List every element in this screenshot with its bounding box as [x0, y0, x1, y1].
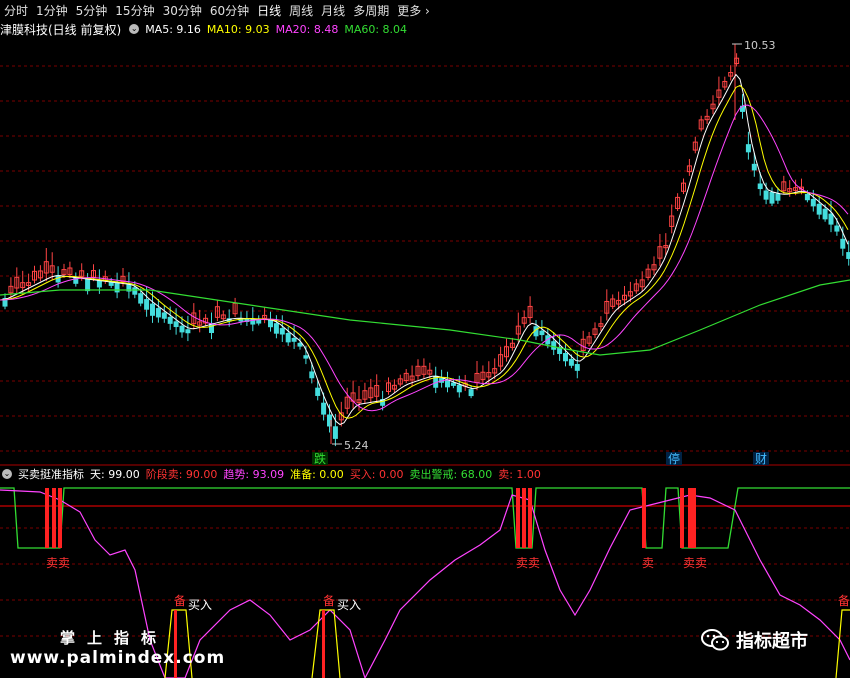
candle-body: [445, 380, 450, 388]
candle-body: [108, 281, 114, 286]
sell-signal-bar: [680, 488, 684, 548]
candle-body: [303, 355, 309, 359]
candle-body: [757, 183, 763, 190]
candle-body: [816, 203, 822, 215]
candle-body: [273, 323, 279, 334]
candle-body: [96, 280, 102, 288]
candle-body: [173, 321, 179, 328]
candle-body: [769, 192, 775, 204]
watermark-cn: 掌上指标: [60, 629, 169, 647]
signal-buy-1: 买入: [188, 598, 212, 612]
indicator-grid: [0, 527, 850, 637]
candle-body: [167, 316, 173, 324]
candle-body: [751, 163, 757, 171]
marker-ting[interactable]: 停: [668, 451, 680, 466]
candle-body: [179, 325, 185, 333]
candle-body: [132, 287, 138, 295]
low-price-text: 5.24: [344, 439, 369, 452]
sell-signal-bar: [688, 488, 692, 548]
candle-body: [810, 198, 816, 207]
candle-body: [775, 193, 781, 201]
sell-warning-line: [0, 487, 850, 549]
candle-body: [309, 371, 315, 379]
candle-body: [574, 364, 580, 371]
candle-body: [144, 299, 150, 310]
signal-sell-4: 卖卖: [683, 556, 707, 570]
sell-signal-bar: [52, 488, 56, 548]
sell-signal-bar: [45, 488, 49, 548]
candle-body: [745, 144, 751, 153]
candle-body: [332, 426, 338, 439]
chart-canvas[interactable]: 10.53 5.24 跌 停 财 卖卖 卖卖 卖 卖卖 备 买入 备 买入 备: [0, 0, 850, 678]
candle-body: [315, 387, 321, 396]
signal-sell-3: 卖: [642, 556, 654, 570]
watermark-brand: 指标超市: [700, 627, 808, 653]
candle-body: [568, 358, 574, 366]
candle-body: [468, 389, 474, 397]
signal-prepare-2: 备: [323, 594, 335, 608]
candle-body: [840, 238, 846, 249]
marker-die[interactable]: 跌: [314, 451, 326, 466]
watermark-brand-text: 指标超市: [736, 631, 808, 652]
sell-signal-bar: [528, 488, 532, 548]
candle-body: [150, 303, 155, 316]
signal-sell-1: 卖卖: [46, 556, 70, 570]
candle-body: [155, 308, 161, 318]
buy-signal-bar: [322, 610, 325, 678]
high-price-label: 10.53: [732, 39, 776, 52]
signal-prepare-3: 备: [838, 594, 850, 608]
candle-body: [450, 382, 456, 386]
sell-signal-bar: [692, 488, 696, 548]
candle-body: [279, 328, 285, 335]
prepare-spike: [311, 609, 341, 678]
candle-body: [834, 225, 840, 232]
candle-body: [551, 341, 557, 350]
candle-body: [563, 353, 568, 362]
candle-body: [185, 329, 191, 334]
sell-signal-bar: [642, 488, 646, 548]
sell-signal-bar: [516, 488, 520, 548]
candle-body: [291, 337, 297, 342]
candle-body: [456, 384, 462, 393]
sell-signal-bar: [58, 488, 62, 548]
candle-body: [138, 293, 144, 304]
candle-body: [822, 208, 828, 220]
signal-sell-2: 卖卖: [516, 556, 540, 570]
sell-signal-bar: [522, 488, 526, 548]
candle-body: [828, 213, 834, 225]
signal-prepare-1: 备: [174, 594, 186, 608]
candle-body: [297, 342, 303, 347]
candle-body: [268, 319, 273, 328]
candle-body: [285, 333, 291, 343]
watermark-url: www.palmindex.com: [10, 648, 226, 668]
marker-cai[interactable]: 财: [755, 452, 767, 466]
wechat-icon: [701, 629, 729, 651]
high-price-text: 10.53: [744, 39, 776, 52]
signal-buy-2: 买入: [337, 598, 361, 612]
price-grid: [0, 65, 850, 452]
candle-body: [804, 194, 810, 201]
candle-body: [85, 278, 91, 292]
candle-body: [539, 330, 545, 336]
moving-averages: [0, 73, 850, 426]
prepare-spike: [835, 609, 850, 678]
candle-body: [763, 190, 769, 200]
low-price-label: 5.24: [332, 439, 369, 452]
candle-body: [321, 402, 327, 415]
candlesticks: [2, 44, 850, 447]
candle-body: [161, 312, 167, 319]
